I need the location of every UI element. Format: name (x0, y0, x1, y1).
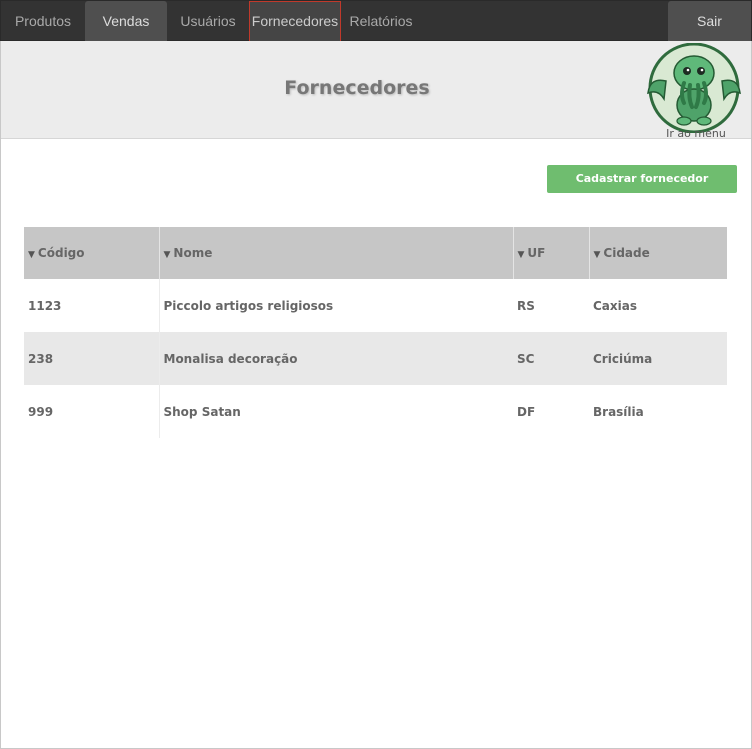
cell-nome: Monalisa decoração (158, 332, 513, 385)
register-supplier-button[interactable]: Cadastrar fornecedor (547, 165, 737, 193)
cell-codigo: 1123 (28, 298, 62, 313)
table-row[interactable]: 999 Shop Satan DF Brasília (24, 385, 727, 438)
column-label: Cidade (603, 246, 650, 260)
nav-item-vendas[interactable]: Vendas (85, 1, 167, 42)
table-header-row: ▼ Código ▼ Nome ▼ UF ▼ Cidade (24, 227, 727, 279)
menu-link-label[interactable]: Ir ao menu (655, 128, 737, 140)
column-header-codigo[interactable]: ▼ Código (24, 227, 160, 279)
column-label: Código (37, 246, 85, 260)
cell-nome: Piccolo artigos religiosos (158, 279, 513, 332)
column-header-uf[interactable]: ▼ UF (513, 227, 590, 279)
suppliers-table: ▼ Código ▼ Nome ▼ UF ▼ Cidade 1123 Piccolo a… (24, 227, 727, 438)
cell-uf: RS (517, 298, 535, 313)
cell-codigo: 238 (24, 332, 159, 385)
cell-codigo: 999 (28, 404, 54, 419)
top-nav: Produtos Vendas Usuários Fornecedores Re… (0, 0, 752, 42)
sort-caret-icon: ▼ (28, 250, 35, 260)
sort-caret-icon: ▼ (163, 250, 171, 260)
cell-cidade: Caxias (593, 298, 637, 313)
cell-cidade: Criciúma (589, 332, 727, 385)
column-header-cidade[interactable]: ▼ Cidade (589, 227, 727, 279)
table-row[interactable]: 238 Monalisa decoração SC Criciúma (24, 332, 727, 385)
nav-item-fornecedores[interactable]: Fornecedores (249, 1, 341, 42)
cell-uf: DF (517, 404, 536, 419)
column-label: UF (527, 246, 546, 260)
logout-button[interactable]: Sair (668, 1, 751, 42)
column-label: Nome (173, 246, 213, 260)
sort-caret-icon: ▼ (517, 250, 525, 260)
nav-item-produtos[interactable]: Produtos (3, 1, 83, 42)
table-row[interactable]: 1123 Piccolo artigos religiosos RS Caxia… (24, 279, 727, 332)
nav-item-usuarios[interactable]: Usuários (167, 1, 249, 42)
page-title: Fornecedores (284, 77, 430, 99)
nav-item-relatorios[interactable]: Relatórios (343, 1, 419, 42)
cell-cidade: Brasília (593, 404, 644, 419)
cell-uf: SC (513, 332, 589, 385)
page-header: Fornecedores (1, 41, 751, 139)
cthulhu-logo-icon[interactable] (646, 43, 742, 133)
column-header-nome[interactable]: ▼ Nome (158, 227, 514, 279)
sort-caret-icon: ▼ (593, 250, 601, 260)
cell-nome: Shop Satan (158, 385, 513, 438)
